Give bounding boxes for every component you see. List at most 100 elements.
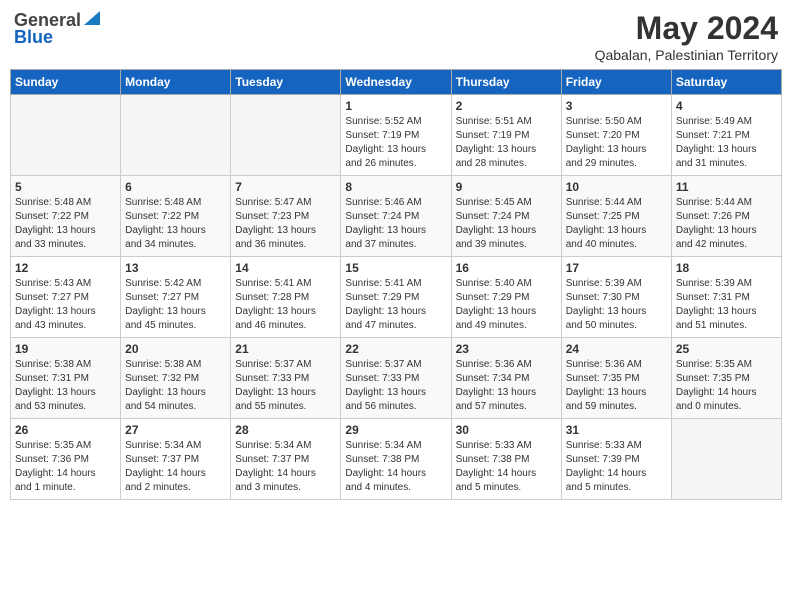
day-info: Sunrise: 5:44 AM Sunset: 7:25 PM Dayligh… [566, 196, 667, 252]
day-12: 12 Sunrise: 5:43 AM Sunset: 7:27 PM Dayli… [11, 257, 121, 338]
logo-blue: Blue [14, 27, 53, 48]
header-sunday: Sunday [11, 70, 121, 95]
day-29: 29 Sunrise: 5:34 AM Sunset: 7:38 PM Dayli… [341, 419, 451, 500]
day-6: 6 Sunrise: 5:48 AM Sunset: 7:22 PM Daylig… [121, 176, 231, 257]
day-number: 20 [125, 342, 226, 356]
day-info: Sunrise: 5:35 AM Sunset: 7:35 PM Dayligh… [676, 358, 777, 414]
day-15: 15 Sunrise: 5:41 AM Sunset: 7:29 PM Dayli… [341, 257, 451, 338]
day-info: Sunrise: 5:34 AM Sunset: 7:37 PM Dayligh… [125, 439, 226, 495]
day-info: Sunrise: 5:36 AM Sunset: 7:34 PM Dayligh… [456, 358, 557, 414]
day-info: Sunrise: 5:39 AM Sunset: 7:30 PM Dayligh… [566, 277, 667, 333]
day-info: Sunrise: 5:42 AM Sunset: 7:27 PM Dayligh… [125, 277, 226, 333]
day-info: Sunrise: 5:51 AM Sunset: 7:19 PM Dayligh… [456, 115, 557, 171]
day-number: 24 [566, 342, 667, 356]
day-number: 23 [456, 342, 557, 356]
day-number: 9 [456, 180, 557, 194]
logo-arrow [84, 11, 100, 30]
day-number: 18 [676, 261, 777, 275]
day-number: 15 [345, 261, 446, 275]
day-number: 30 [456, 423, 557, 437]
day-13: 13 Sunrise: 5:42 AM Sunset: 7:27 PM Dayli… [121, 257, 231, 338]
day-number: 17 [566, 261, 667, 275]
day-22: 22 Sunrise: 5:37 AM Sunset: 7:33 PM Dayli… [341, 338, 451, 419]
day-26: 26Sunrise: 5:35 AM Sunset: 7:36 PM Dayli… [11, 419, 121, 500]
header-friday: Friday [561, 70, 671, 95]
day-28: 28Sunrise: 5:34 AM Sunset: 7:37 PM Dayli… [231, 419, 341, 500]
empty-cell [121, 95, 231, 176]
day-number: 14 [235, 261, 336, 275]
day-24: 24 Sunrise: 5:36 AM Sunset: 7:35 PM Dayli… [561, 338, 671, 419]
day-info: Sunrise: 5:44 AM Sunset: 7:26 PM Dayligh… [676, 196, 777, 252]
day-number: 6 [125, 180, 226, 194]
day-16: 16Sunrise: 5:40 AM Sunset: 7:29 PM Dayli… [451, 257, 561, 338]
day-number: 21 [235, 342, 336, 356]
day-number: 27 [125, 423, 226, 437]
day-23: 23 Sunrise: 5:36 AM Sunset: 7:34 PM Dayli… [451, 338, 561, 419]
day-number: 26 [15, 423, 116, 437]
week-row-3: 12 Sunrise: 5:43 AM Sunset: 7:27 PM Dayli… [11, 257, 782, 338]
day-number: 29 [345, 423, 446, 437]
day-8: 8Sunrise: 5:46 AM Sunset: 7:24 PM Daylig… [341, 176, 451, 257]
day-info: Sunrise: 5:47 AM Sunset: 7:23 PM Dayligh… [235, 196, 336, 252]
calendar-table: SundayMondayTuesdayWednesdayThursdayFrid… [10, 69, 782, 500]
week-row-4: 19 Sunrise: 5:38 AM Sunset: 7:31 PM Dayli… [11, 338, 782, 419]
header-thursday: Thursday [451, 70, 561, 95]
day-25: 25 Sunrise: 5:35 AM Sunset: 7:35 PM Dayli… [671, 338, 781, 419]
empty-cell [11, 95, 121, 176]
day-info: Sunrise: 5:41 AM Sunset: 7:29 PM Dayligh… [345, 277, 446, 333]
day-number: 3 [566, 99, 667, 113]
day-info: Sunrise: 5:41 AM Sunset: 7:28 PM Dayligh… [235, 277, 336, 333]
week-row-5: 26Sunrise: 5:35 AM Sunset: 7:36 PM Dayli… [11, 419, 782, 500]
day-info: Sunrise: 5:50 AM Sunset: 7:20 PM Dayligh… [566, 115, 667, 171]
day-9: 9Sunrise: 5:45 AM Sunset: 7:24 PM Daylig… [451, 176, 561, 257]
day-number: 22 [345, 342, 446, 356]
day-number: 12 [15, 261, 116, 275]
day-1: 1 Sunrise: 5:52 AM Sunset: 7:19 PM Daylig… [341, 95, 451, 176]
logo: General Blue [14, 10, 100, 48]
day-info: Sunrise: 5:37 AM Sunset: 7:33 PM Dayligh… [345, 358, 446, 414]
day-21: 21 Sunrise: 5:37 AM Sunset: 7:33 PM Dayli… [231, 338, 341, 419]
header-row: SundayMondayTuesdayWednesdayThursdayFrid… [11, 70, 782, 95]
day-info: Sunrise: 5:37 AM Sunset: 7:33 PM Dayligh… [235, 358, 336, 414]
day-number: 1 [345, 99, 446, 113]
day-info: Sunrise: 5:33 AM Sunset: 7:38 PM Dayligh… [456, 439, 557, 495]
day-10: 10Sunrise: 5:44 AM Sunset: 7:25 PM Dayli… [561, 176, 671, 257]
week-row-2: 5Sunrise: 5:48 AM Sunset: 7:22 PM Daylig… [11, 176, 782, 257]
day-info: Sunrise: 5:52 AM Sunset: 7:19 PM Dayligh… [345, 115, 446, 171]
day-info: Sunrise: 5:49 AM Sunset: 7:21 PM Dayligh… [676, 115, 777, 171]
day-number: 4 [676, 99, 777, 113]
day-4: 4 Sunrise: 5:49 AM Sunset: 7:21 PM Daylig… [671, 95, 781, 176]
month-title: May 2024 [595, 10, 778, 47]
day-number: 25 [676, 342, 777, 356]
day-info: Sunrise: 5:43 AM Sunset: 7:27 PM Dayligh… [15, 277, 116, 333]
day-info: Sunrise: 5:34 AM Sunset: 7:38 PM Dayligh… [345, 439, 446, 495]
day-info: Sunrise: 5:39 AM Sunset: 7:31 PM Dayligh… [676, 277, 777, 333]
day-info: Sunrise: 5:38 AM Sunset: 7:31 PM Dayligh… [15, 358, 116, 414]
day-info: Sunrise: 5:36 AM Sunset: 7:35 PM Dayligh… [566, 358, 667, 414]
header-saturday: Saturday [671, 70, 781, 95]
day-5: 5Sunrise: 5:48 AM Sunset: 7:22 PM Daylig… [11, 176, 121, 257]
day-number: 11 [676, 180, 777, 194]
empty-cell [671, 419, 781, 500]
day-number: 19 [15, 342, 116, 356]
day-number: 8 [345, 180, 446, 194]
day-info: Sunrise: 5:38 AM Sunset: 7:32 PM Dayligh… [125, 358, 226, 414]
day-info: Sunrise: 5:48 AM Sunset: 7:22 PM Dayligh… [125, 196, 226, 252]
day-number: 28 [235, 423, 336, 437]
day-info: Sunrise: 5:48 AM Sunset: 7:22 PM Dayligh… [15, 196, 116, 252]
week-row-1: 1 Sunrise: 5:52 AM Sunset: 7:19 PM Daylig… [11, 95, 782, 176]
header-monday: Monday [121, 70, 231, 95]
page-header: General Blue May 2024 Qabalan, Palestini… [10, 10, 782, 63]
location: Qabalan, Palestinian Territory [595, 47, 778, 63]
day-number: 16 [456, 261, 557, 275]
day-14: 14 Sunrise: 5:41 AM Sunset: 7:28 PM Dayli… [231, 257, 341, 338]
day-number: 13 [125, 261, 226, 275]
day-19: 19 Sunrise: 5:38 AM Sunset: 7:31 PM Dayli… [11, 338, 121, 419]
day-2: 2Sunrise: 5:51 AM Sunset: 7:19 PM Daylig… [451, 95, 561, 176]
title-area: May 2024 Qabalan, Palestinian Territory [595, 10, 778, 63]
day-11: 11 Sunrise: 5:44 AM Sunset: 7:26 PM Dayli… [671, 176, 781, 257]
day-18: 18 Sunrise: 5:39 AM Sunset: 7:31 PM Dayli… [671, 257, 781, 338]
day-number: 31 [566, 423, 667, 437]
day-17: 17 Sunrise: 5:39 AM Sunset: 7:30 PM Dayli… [561, 257, 671, 338]
day-number: 7 [235, 180, 336, 194]
